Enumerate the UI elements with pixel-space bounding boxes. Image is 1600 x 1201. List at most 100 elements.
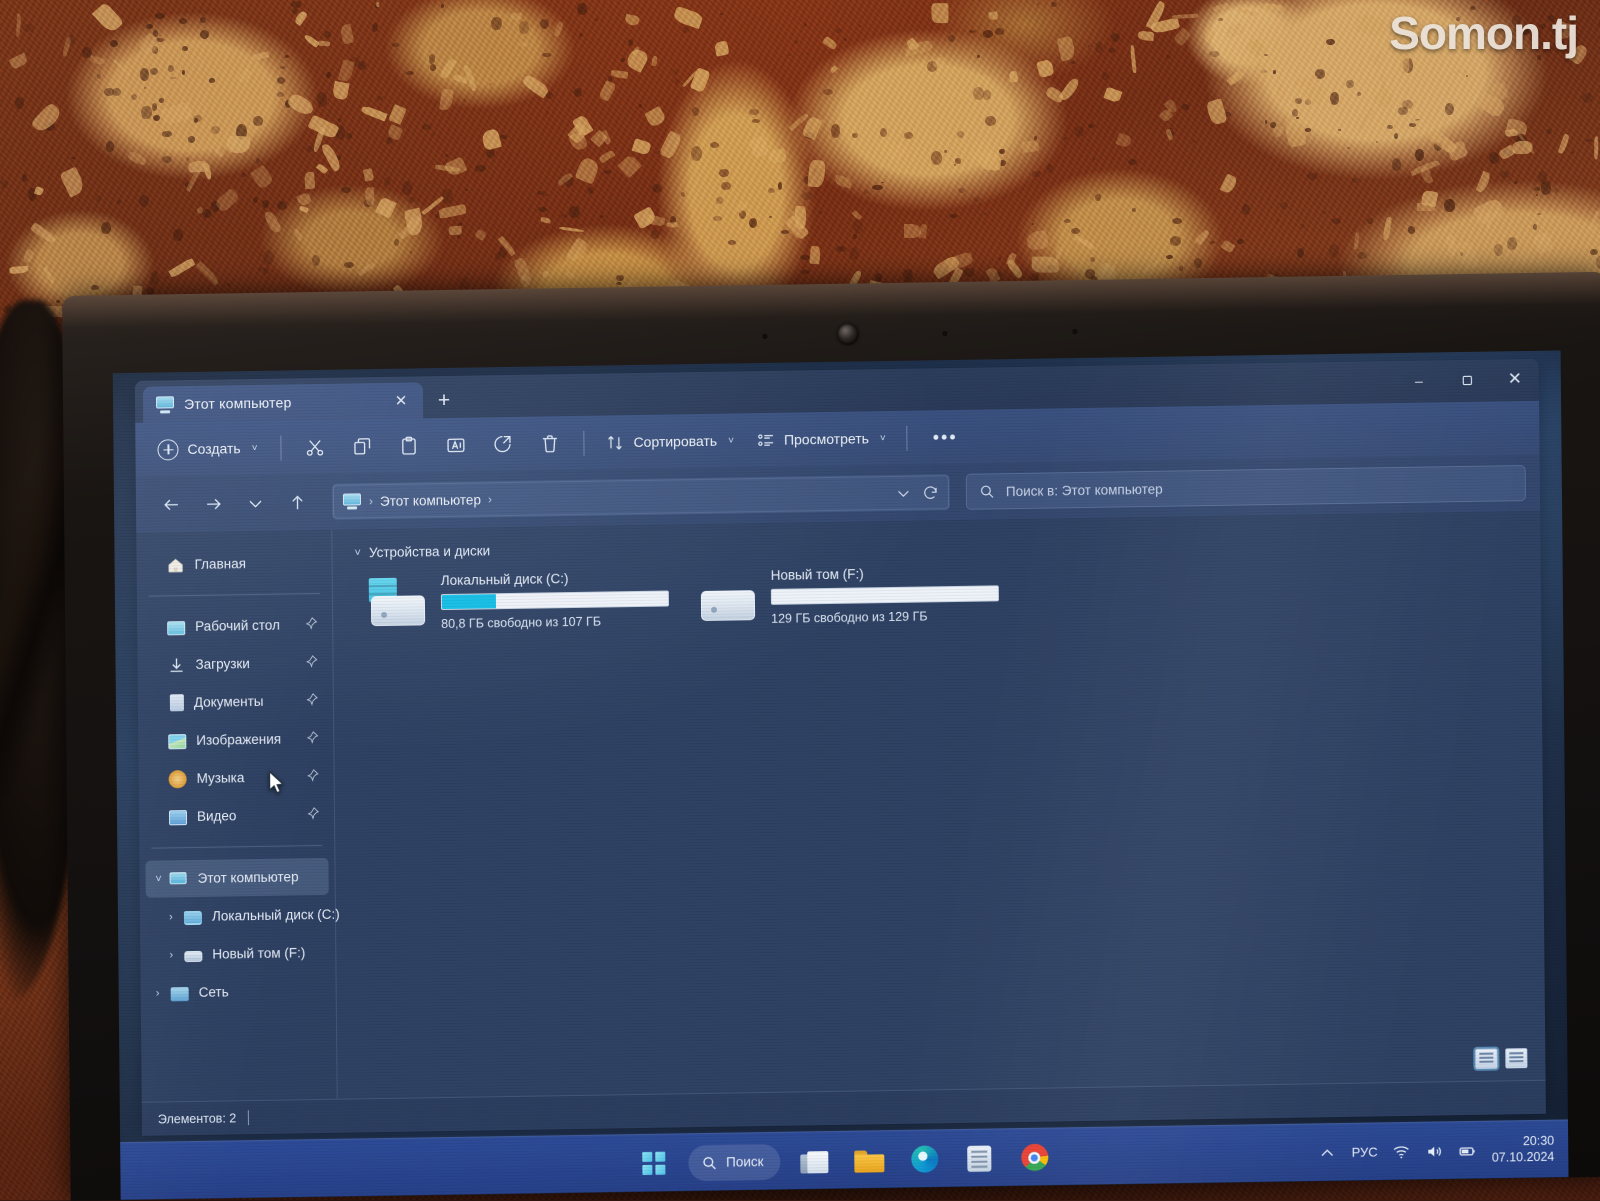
sidebar-item-label: Этот компьютер [197, 869, 299, 886]
pin-icon[interactable] [304, 654, 318, 671]
pin-icon[interactable] [306, 768, 320, 785]
chevron-up-icon[interactable] [1319, 1144, 1337, 1162]
breadcrumb-separator: › [368, 494, 374, 509]
copy-icon [354, 437, 371, 455]
sidebar-item-label: Изображения [196, 731, 282, 748]
sidebar-item-label: Видео [196, 808, 237, 824]
language-indicator[interactable]: РУС [1352, 1144, 1378, 1159]
chevron-right-icon[interactable]: › [151, 987, 165, 999]
more-options-button[interactable]: ••• [919, 426, 972, 448]
sidebar-item-videos[interactable]: Видео [145, 796, 328, 836]
sidebar-item-downloads[interactable]: Загрузки [143, 644, 326, 684]
rename-icon [447, 437, 465, 452]
forward-button[interactable] [194, 486, 232, 521]
address-bar[interactable]: › Этот компьютер › [331, 474, 951, 520]
tab-this-pc[interactable]: Этот компьютер ✕ [142, 382, 424, 423]
back-button[interactable] [152, 487, 190, 522]
view-button[interactable]: Просмотреть ˅ [746, 422, 896, 455]
trash-icon [542, 434, 557, 452]
new-tab-button[interactable]: + [423, 384, 465, 419]
taskbar-folder[interactable] [848, 1139, 890, 1182]
sidebar-item-documents[interactable]: Документы [144, 682, 327, 722]
recent-locations-button[interactable] [236, 486, 274, 521]
somon-watermark: Somon.tj [1389, 7, 1579, 59]
documents-icon [169, 694, 184, 712]
wifi-icon[interactable] [1393, 1142, 1411, 1160]
store-icon [967, 1145, 992, 1172]
share-button[interactable] [480, 425, 525, 464]
sidebar-item-new-volume-f[interactable]: › Новый том (F:) [146, 934, 329, 974]
system-tray: РУС 20:30 07.10.2024 [1319, 1134, 1555, 1169]
sidebar-item-music[interactable]: Музыка [144, 758, 327, 798]
taskbar-chrome[interactable] [1013, 1136, 1055, 1179]
content-pane: ˅ Устройства и диски Локальный диск (C:)… [332, 511, 1545, 1099]
sidebar-item-home[interactable]: Главная [142, 544, 325, 584]
video-icon [168, 810, 188, 826]
folder-icon [854, 1148, 884, 1172]
divider [906, 425, 908, 451]
delete-button[interactable] [527, 424, 572, 463]
sidebar-item-desktop[interactable]: Рабочий стол [143, 606, 326, 646]
clock[interactable]: 20:30 07.10.2024 [1492, 1134, 1555, 1166]
pin-icon[interactable] [306, 806, 320, 823]
battery-icon[interactable] [1459, 1141, 1477, 1159]
minimize-button[interactable]: – [1395, 360, 1443, 401]
chevron-down-icon[interactable]: ˅ [152, 873, 166, 885]
taskbar-file-explorer[interactable] [793, 1139, 835, 1182]
group-header-devices-and-drives[interactable]: ˅ Устройства и диски [354, 527, 1540, 561]
maximize-button[interactable] [1443, 360, 1491, 401]
sort-button[interactable]: Сортировать ˅ [595, 425, 744, 458]
this-pc-icon [155, 395, 175, 413]
chevron-down-icon: ˅ [251, 442, 258, 454]
this-pc-icon [342, 493, 362, 510]
volume-icon[interactable] [1426, 1142, 1444, 1160]
sidebar-item-network[interactable]: › Сеть [147, 972, 330, 1012]
close-button[interactable]: ✕ [1491, 359, 1539, 400]
start-button[interactable] [633, 1142, 675, 1185]
capacity-bar [440, 590, 669, 611]
search-input[interactable]: Поиск в: Этот компьютер [1006, 481, 1163, 498]
window-body: Главная Рабочий стол Загрузки Документы … [136, 510, 1546, 1102]
sidebar-item-local-disk-c[interactable]: › Локальный диск (C:) [146, 896, 340, 936]
pin-icon[interactable] [305, 730, 319, 747]
microphone-hole [942, 331, 948, 337]
chevron-down-icon[interactable]: ˅ [354, 547, 361, 559]
cut-button[interactable] [292, 428, 337, 467]
details-view-icon[interactable] [1475, 1048, 1498, 1069]
item-count: Элементов: 2 [157, 1110, 237, 1127]
chevron-right-icon[interactable]: › [164, 911, 178, 923]
scissors-icon [306, 439, 324, 456]
chevron-right-icon[interactable]: › [164, 949, 178, 961]
group-title: Устройства и диски [368, 543, 491, 561]
divider [280, 435, 282, 461]
paste-button[interactable] [386, 426, 431, 465]
search-box[interactable]: Поиск в: Этот компьютер [965, 465, 1527, 510]
taskbar-search-label: Поиск [726, 1154, 764, 1170]
drive-item-c[interactable]: Локальный диск (C:) 80,8 ГБ свободно из … [368, 570, 670, 633]
chevron-down-icon[interactable] [895, 484, 912, 501]
tiles-view-icon[interactable] [1505, 1048, 1528, 1069]
copy-button[interactable] [339, 427, 384, 466]
breadcrumb[interactable]: Этот компьютер [380, 492, 481, 509]
up-button[interactable] [278, 485, 316, 520]
mouse-cursor [269, 770, 285, 794]
taskbar-search[interactable]: Поиск [687, 1143, 781, 1181]
navigation-pane: Главная Рабочий стол Загрузки Документы … [136, 529, 340, 1102]
refresh-icon[interactable] [922, 484, 939, 501]
sidebar-item-pictures[interactable]: Изображения [144, 720, 327, 760]
chevron-down-icon [248, 500, 261, 508]
taskbar-store[interactable] [958, 1137, 1000, 1180]
taskbar-edge[interactable] [903, 1138, 945, 1181]
network-icon [170, 986, 189, 1001]
edge-icon [910, 1145, 939, 1173]
drive-item-f[interactable]: Новый том (F:) 129 ГБ свободно из 129 ГБ [699, 564, 1000, 627]
view-icon [757, 433, 773, 446]
new-button[interactable]: Создать ˅ [149, 431, 269, 466]
rename-button[interactable] [433, 425, 478, 464]
pin-icon[interactable] [304, 616, 318, 633]
close-icon[interactable]: ✕ [389, 388, 413, 412]
clipboard-paste-icon [402, 436, 416, 455]
laptop-screen: Этот компьютер ✕ + – ✕ Создать ˅ Сортиро… [112, 350, 1569, 1201]
pin-icon[interactable] [305, 692, 319, 709]
sidebar-item-this-pc[interactable]: ˅ Этот компьютер [145, 857, 329, 898]
